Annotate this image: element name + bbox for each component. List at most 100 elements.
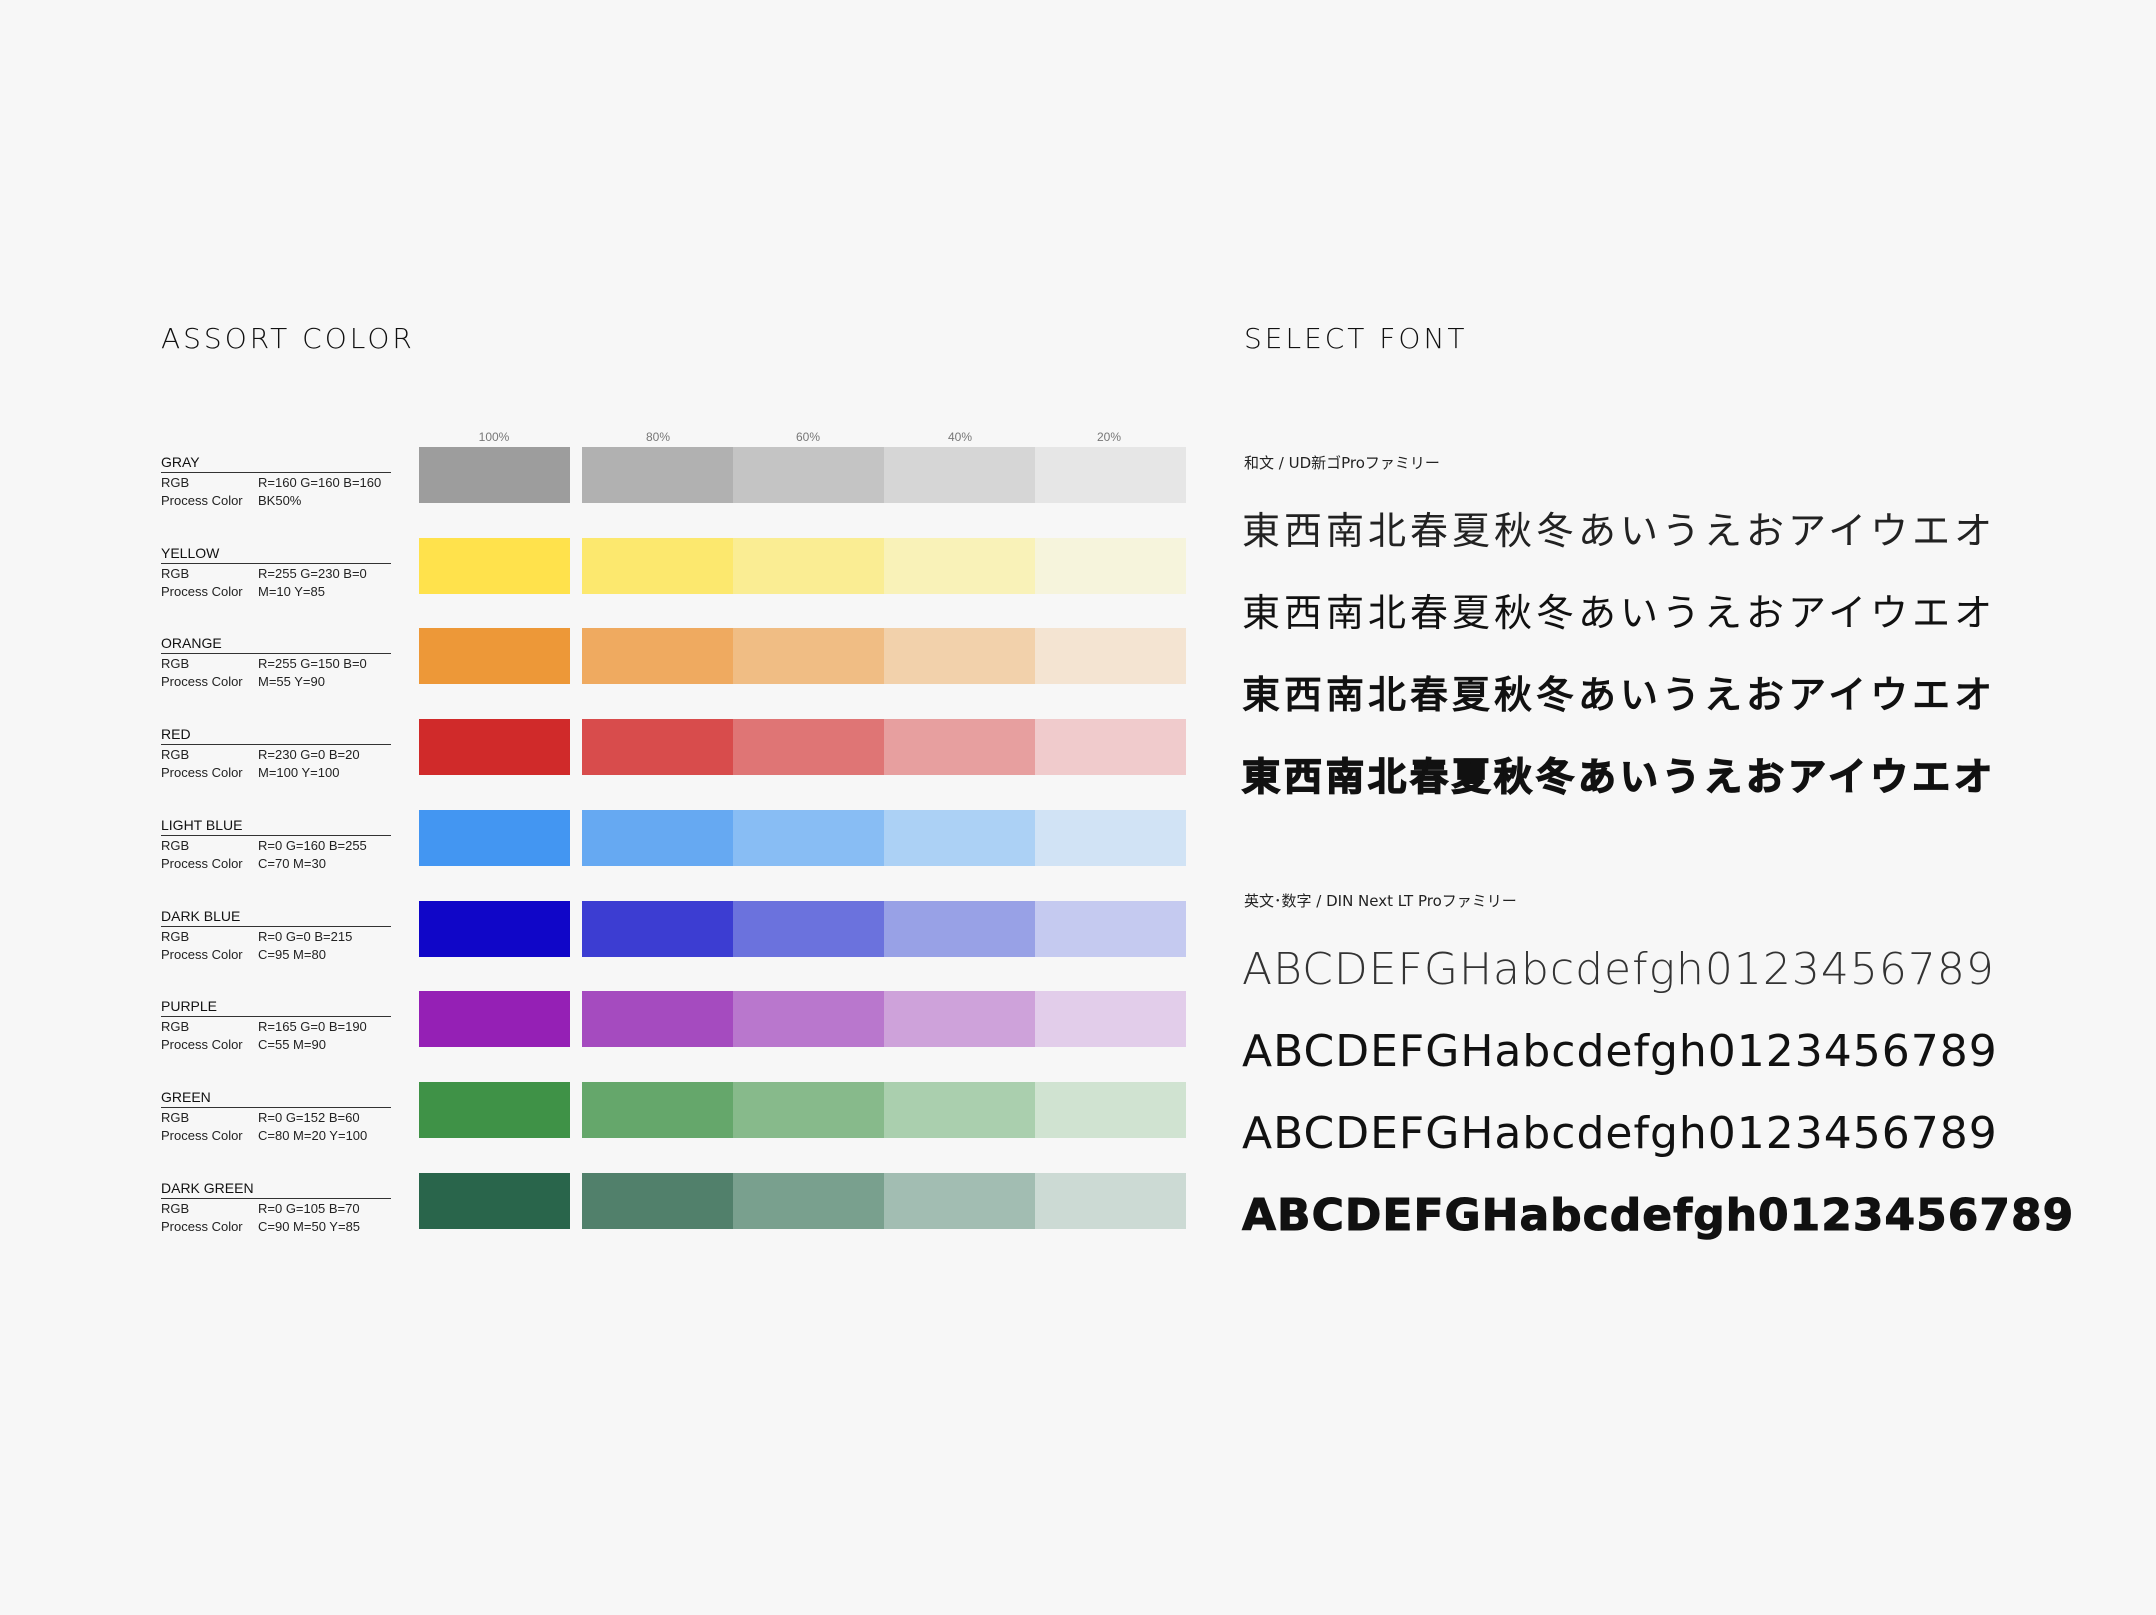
- rgb-line: RGB R=230 G=0 B=20: [161, 746, 391, 763]
- rgb-line: RGB R=160 G=160 B=160: [161, 474, 391, 491]
- process-label: Process Color: [161, 674, 243, 689]
- color-name: RED: [161, 725, 391, 745]
- process-label: Process Color: [161, 584, 243, 599]
- rgb-value: R=0 G=152 B=60: [258, 1110, 360, 1125]
- color-info: GRAY RGB R=160 G=160 B=160 Process Color BK5…: [161, 453, 391, 509]
- tint-strip: [582, 810, 1186, 866]
- swatch-20: [1035, 719, 1186, 775]
- process-label: Process Color: [161, 1128, 243, 1143]
- tint-strip: [582, 628, 1186, 684]
- process-label: Process Color: [161, 1037, 243, 1052]
- rgb-value: R=255 G=150 B=0: [258, 656, 367, 671]
- swatch-40: [884, 810, 1035, 866]
- process-line: Process Color C=80 M=20 Y=100: [161, 1127, 391, 1144]
- color-row: YELLOW RGB R=255 G=230 B=0 Process Color M=1…: [161, 538, 1186, 604]
- en-sample-bold: ABCDEFGHabcdefgh0123456789: [1241, 1190, 2075, 1242]
- color-name: ORANGE: [161, 634, 391, 654]
- swatch-40: [884, 628, 1035, 684]
- tint-strip: [582, 447, 1186, 503]
- process-value: C=95 M=80: [258, 947, 326, 962]
- swatch-60: [733, 447, 884, 503]
- jp-sample-bold: 東西南北春夏秋冬あいうえおアイウエオ: [1241, 754, 1997, 800]
- color-info: GREEN RGB R=0 G=152 B=60 Process Color C=80 …: [161, 1088, 391, 1144]
- swatch-80: [582, 810, 733, 866]
- rgb-line: RGB R=0 G=160 B=255: [161, 837, 391, 854]
- swatch-40: [884, 901, 1035, 957]
- process-value: M=10 Y=85: [258, 584, 325, 599]
- color-name: DARK BLUE: [161, 907, 391, 927]
- process-label: Process Color: [161, 1219, 243, 1234]
- color-row: DARK GREEN RGB R=0 G=105 B=70 Process Color…: [161, 1173, 1186, 1239]
- rgb-line: RGB R=165 G=0 B=190: [161, 1018, 391, 1035]
- swatch-40: [884, 1173, 1035, 1229]
- process-line: Process Color C=90 M=50 Y=85: [161, 1218, 391, 1235]
- process-label: Process Color: [161, 947, 243, 962]
- swatch-80: [582, 719, 733, 775]
- color-row: ORANGE RGB R=255 G=150 B=0 Process Color M=5…: [161, 628, 1186, 694]
- rgb-value: R=230 G=0 B=20: [258, 747, 360, 762]
- swatch-20: [1035, 538, 1186, 594]
- swatch-40: [884, 1082, 1035, 1138]
- process-label: Process Color: [161, 493, 243, 508]
- swatch-100: [419, 991, 570, 1047]
- rgb-label: RGB: [161, 566, 190, 581]
- swatch-20: [1035, 991, 1186, 1047]
- swatch-60: [733, 1082, 884, 1138]
- rgb-label: RGB: [161, 747, 190, 762]
- process-value: M=55 Y=90: [258, 674, 325, 689]
- swatch-100: [419, 538, 570, 594]
- rgb-line: RGB R=0 G=105 B=70: [161, 1200, 391, 1217]
- percent-label-100: 100%: [478, 430, 510, 444]
- swatch-20: [1035, 810, 1186, 866]
- process-value: BK50%: [258, 493, 302, 508]
- swatch-20: [1035, 901, 1186, 957]
- swatch-60: [733, 991, 884, 1047]
- rgb-value: R=0 G=105 B=70: [258, 1201, 360, 1216]
- rgb-value: R=0 G=0 B=215: [258, 929, 353, 944]
- rgb-label: RGB: [161, 1019, 190, 1034]
- rgb-label: RGB: [161, 838, 190, 853]
- color-info: PURPLE RGB R=165 G=0 B=190 Process Color C=5…: [161, 997, 391, 1053]
- color-row: DARK BLUE RGB R=0 G=0 B=215 Process Color C=…: [161, 901, 1186, 967]
- swatch-40: [884, 538, 1035, 594]
- process-value: M=100 Y=100: [258, 765, 340, 780]
- tint-strip: [582, 1173, 1186, 1229]
- rgb-value: R=165 G=0 B=190: [258, 1019, 367, 1034]
- swatch-80: [582, 1173, 733, 1229]
- swatch-60: [733, 810, 884, 866]
- swatch-100: [419, 901, 570, 957]
- swatch-100: [419, 628, 570, 684]
- en-sample-regular: ABCDEFGHabcdefgh0123456789: [1242, 1026, 1998, 1077]
- rgb-value: R=255 G=230 B=0: [258, 566, 367, 581]
- assort-color-title: ASSORT COLOR: [161, 322, 415, 355]
- swatch-60: [733, 901, 884, 957]
- rgb-value: R=0 G=160 B=255: [258, 838, 367, 853]
- color-info: ORANGE RGB R=255 G=150 B=0 Process Color M=5…: [161, 634, 391, 690]
- swatch-20: [1035, 628, 1186, 684]
- rgb-line: RGB R=255 G=150 B=0: [161, 655, 391, 672]
- process-value: C=80 M=20 Y=100: [258, 1128, 368, 1143]
- color-name: GREEN: [161, 1088, 391, 1108]
- swatch-100: [419, 719, 570, 775]
- tint-strip: [582, 1082, 1186, 1138]
- color-row: GREEN RGB R=0 G=152 B=60 Process Color C=80 …: [161, 1082, 1186, 1148]
- color-info: DARK BLUE RGB R=0 G=0 B=215 Process Color C=…: [161, 907, 391, 963]
- swatch-20: [1035, 1082, 1186, 1138]
- jp-sample-light: 東西南北春夏秋冬あいうえおアイウエオ: [1242, 509, 1997, 553]
- process-line: Process Color M=100 Y=100: [161, 764, 391, 781]
- tint-strip: [582, 991, 1186, 1047]
- rgb-line: RGB R=255 G=230 B=0: [161, 565, 391, 582]
- process-line: Process Color C=70 M=30: [161, 855, 391, 872]
- swatch-80: [582, 991, 733, 1047]
- en-font-label: 英文･数字 / DIN Next LT Proファミリー: [1244, 892, 1517, 910]
- process-line: Process Color C=55 M=90: [161, 1036, 391, 1053]
- swatch-60: [733, 628, 884, 684]
- percent-label-20: 20%: [1096, 430, 1122, 444]
- process-line: Process Color BK50%: [161, 492, 391, 509]
- color-info: LIGHT BLUE RGB R=0 G=160 B=255 Process Colo…: [161, 816, 391, 872]
- process-line: Process Color M=55 Y=90: [161, 673, 391, 690]
- color-info: DARK GREEN RGB R=0 G=105 B=70 Process Color…: [161, 1179, 391, 1235]
- rgb-label: RGB: [161, 656, 190, 671]
- color-name: LIGHT BLUE: [161, 816, 391, 836]
- tint-strip: [582, 901, 1186, 957]
